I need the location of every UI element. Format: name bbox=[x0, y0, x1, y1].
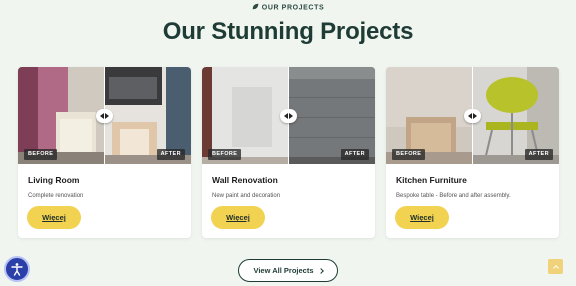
chevron-right-icon bbox=[317, 267, 324, 274]
compare-arrows-icon[interactable] bbox=[280, 109, 297, 123]
project-title: Kitchen Furniture bbox=[396, 175, 467, 185]
more-button[interactable]: Więcej bbox=[395, 206, 449, 229]
before-after-slider[interactable]: BEFORE AFTER bbox=[202, 67, 375, 164]
section-title: Our Stunning Projects bbox=[162, 18, 414, 45]
after-label: AFTER bbox=[340, 149, 369, 160]
project-description: New paint and decoration bbox=[212, 193, 281, 199]
project-description: Complete renovation bbox=[28, 193, 84, 199]
project-description: Bespoke table - Before and after assembl… bbox=[396, 193, 511, 199]
eyebrow-text: OUR PROJECTS bbox=[261, 4, 325, 12]
before-after-slider[interactable]: BEFORE AFTER bbox=[386, 67, 559, 164]
project-card-kitchen-furniture: BEFORE AFTER Kitchen Furniture Bespoke t… bbox=[386, 67, 559, 238]
project-card-living-room: BEFORE AFTER Living Room Complete renova… bbox=[18, 67, 191, 238]
more-button[interactable]: Więcej bbox=[27, 206, 81, 229]
before-after-slider[interactable]: BEFORE AFTER bbox=[18, 67, 191, 164]
view-all-projects-button[interactable]: View All Projects bbox=[238, 259, 338, 282]
before-label: BEFORE bbox=[24, 149, 58, 160]
compare-arrows-icon[interactable] bbox=[96, 109, 113, 123]
compare-arrows-icon[interactable] bbox=[464, 109, 481, 123]
after-label: AFTER bbox=[156, 149, 185, 160]
project-title: Wall Renovation bbox=[212, 175, 278, 185]
more-button[interactable]: Więcej bbox=[211, 206, 265, 229]
section-eyebrow: OUR PROJECTS bbox=[0, 3, 576, 12]
project-card-wall-renovation: BEFORE AFTER Wall Renovation New paint a… bbox=[202, 67, 375, 238]
arrow-up-icon[interactable] bbox=[548, 259, 563, 274]
after-label: AFTER bbox=[524, 149, 553, 160]
view-all-label: View All Projects bbox=[253, 266, 314, 275]
before-label: BEFORE bbox=[208, 149, 242, 160]
leaf-icon bbox=[252, 3, 259, 12]
accessibility-icon[interactable] bbox=[4, 256, 30, 282]
before-label: BEFORE bbox=[392, 149, 426, 160]
project-title: Living Room bbox=[28, 175, 80, 185]
